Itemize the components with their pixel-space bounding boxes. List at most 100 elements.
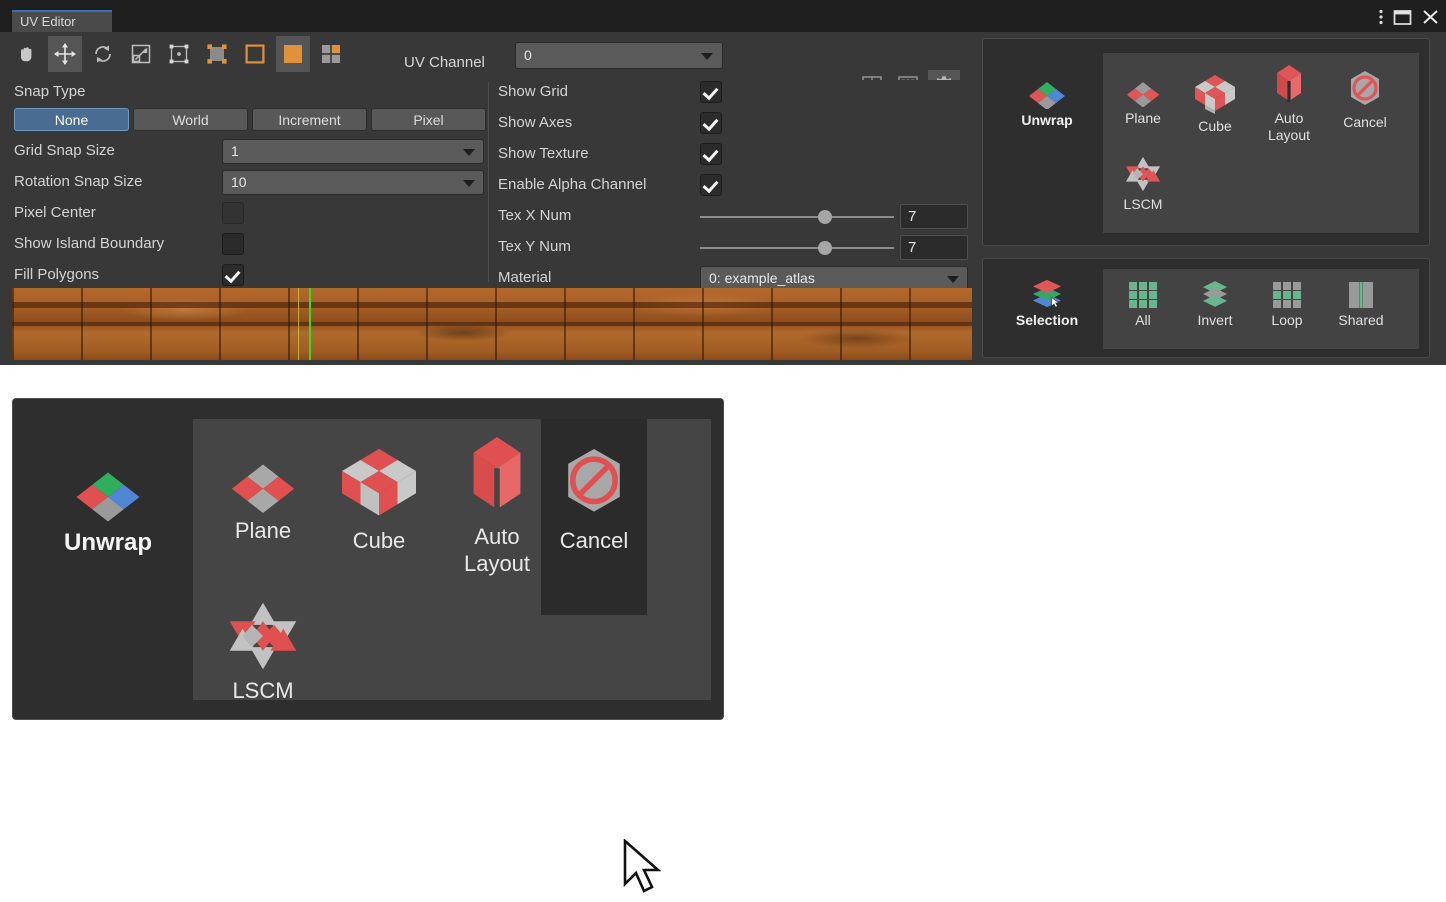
- scale-tool-button[interactable]: [124, 36, 158, 72]
- selection-all-label: All: [1135, 312, 1151, 328]
- snap-type-label: Snap Type: [14, 83, 86, 100]
- unwrap-plane-button[interactable]: Plane: [1107, 79, 1179, 127]
- snap-type-option-increment[interactable]: Increment: [252, 108, 367, 131]
- slider-handle[interactable]: [818, 210, 832, 224]
- transform-tool-button[interactable]: [162, 36, 196, 72]
- diamond-rgb-icon: [1029, 82, 1065, 109]
- selection-panel-head[interactable]: Selection: [997, 277, 1097, 329]
- uv-editor-window: UV Editor UV Channel 0 Snap Type None Wo…: [0, 0, 1446, 365]
- maximize-icon[interactable]: [1393, 9, 1412, 26]
- cancel-hex-icon: [568, 449, 620, 512]
- grid-loop-icon: [1273, 282, 1301, 308]
- unwrap-panel-head[interactable]: Unwrap: [997, 79, 1097, 129]
- show-island-boundary-checkbox[interactable]: [222, 233, 244, 255]
- pixel-center-checkbox[interactable]: [222, 202, 244, 224]
- slider-track: [700, 216, 894, 218]
- show-island-boundary-label: Show Island Boundary: [14, 235, 165, 252]
- selection-loop-button[interactable]: Loop: [1251, 281, 1323, 329]
- zoom-plane-button[interactable]: Plane: [201, 461, 325, 544]
- zoom-auto-layout-label-2: Layout: [463, 551, 531, 576]
- material-value: 0: example_atlas: [709, 270, 815, 286]
- fill-polygons-checkbox[interactable]: [222, 264, 244, 286]
- chevron-down-icon: [463, 149, 475, 156]
- selection-invert-button[interactable]: Invert: [1179, 279, 1251, 329]
- face-select-button[interactable]: [276, 36, 310, 72]
- tab-label: UV Editor: [20, 14, 76, 29]
- cube-icon: [1195, 75, 1235, 114]
- snap-type-segmented: None World Increment Pixel: [14, 108, 486, 131]
- enable-alpha-channel-checkbox[interactable]: [700, 174, 722, 196]
- invert-layers-icon: [1203, 281, 1227, 307]
- unwrap-plane-label: Plane: [1125, 110, 1161, 126]
- zoom-lscm-button[interactable]: LSCM: [201, 599, 325, 704]
- selection-panel: Selection All Invert Loop Shared: [982, 258, 1430, 358]
- uv-texture-canvas[interactable]: [12, 288, 972, 360]
- plane-diamond-icon: [231, 464, 295, 513]
- auto-layout-cube-icon: [1277, 65, 1301, 102]
- titlebar: UV Editor: [0, 0, 1446, 32]
- grid-snap-size-select[interactable]: 1: [222, 139, 484, 164]
- edge-select-button[interactable]: [238, 36, 272, 72]
- uv-channel-value: 0: [524, 47, 532, 63]
- zoom-unwrap-head-label: Unwrap: [63, 529, 152, 556]
- uv-channel-select[interactable]: 0: [515, 42, 723, 69]
- tex-y-num-label: Tex Y Num: [498, 238, 571, 255]
- snap-type-option-pixel[interactable]: Pixel: [371, 108, 486, 131]
- show-grid-checkbox[interactable]: [700, 81, 722, 103]
- selection-panel-head-label: Selection: [1015, 312, 1079, 328]
- tex-y-num-input[interactable]: 7: [900, 235, 968, 260]
- vertex-select-button[interactable]: [200, 36, 234, 72]
- unwrap-lscm-label: LSCM: [1123, 196, 1163, 212]
- show-axes-checkbox[interactable]: [700, 112, 722, 134]
- tex-y-num-value: 7: [908, 239, 917, 256]
- plane-diamond-icon: [1126, 82, 1160, 107]
- chevron-down-icon: [701, 53, 713, 60]
- zoom-unwrap-head[interactable]: Unwrap: [33, 469, 183, 556]
- selection-layers-icon: [1032, 279, 1062, 308]
- island-select-button[interactable]: [314, 36, 348, 72]
- tex-x-num-input[interactable]: 7: [900, 204, 968, 229]
- pixel-center-label: Pixel Center: [14, 204, 96, 221]
- show-texture-checkbox[interactable]: [700, 143, 722, 165]
- zoom-cancel-button[interactable]: Cancel: [541, 419, 647, 615]
- lscm-star-icon: [229, 602, 297, 670]
- cube-icon: [342, 448, 416, 516]
- unwrap-auto-layout-label-1: Auto: [1274, 110, 1304, 126]
- zoom-cube-button[interactable]: Cube: [325, 445, 433, 554]
- unwrap-panel-head-label: Unwrap: [1021, 112, 1073, 128]
- unwrap-panel: Unwrap Plane Cube Auto Layout Cancel LSC…: [982, 38, 1430, 246]
- uv-channel-label: UV Channel: [404, 54, 485, 71]
- snap-type-option-world[interactable]: World: [133, 108, 248, 131]
- unwrap-panel-zoomed: Unwrap Plane Cube Auto Layout Cancel LSC…: [12, 398, 724, 893]
- unwrap-cancel-button[interactable]: Cancel: [1327, 69, 1403, 131]
- tool-buttons: [10, 36, 348, 72]
- rotate-tool-button[interactable]: [86, 36, 120, 72]
- material-label: Material: [498, 269, 552, 286]
- rotation-snap-size-select[interactable]: 10: [222, 170, 484, 195]
- zoom-cube-label: Cube: [352, 528, 406, 553]
- zoom-unwrap-grid: Plane Cube Auto Layout Cancel LSCM: [193, 419, 711, 703]
- move-tool-button[interactable]: [48, 36, 82, 72]
- selection-shared-label: Shared: [1338, 312, 1384, 328]
- close-icon[interactable]: [1421, 8, 1440, 26]
- hand-tool-button[interactable]: [10, 36, 44, 72]
- show-grid-label: Show Grid: [498, 83, 569, 100]
- unwrap-cube-button[interactable]: Cube: [1179, 73, 1251, 135]
- selection-shared-button[interactable]: Shared: [1323, 281, 1399, 329]
- tab-uv-editor[interactable]: UV Editor: [12, 10, 112, 32]
- more-options-icon[interactable]: [1378, 8, 1384, 26]
- uv-axis-marker-v: [298, 288, 299, 360]
- snap-type-option-none[interactable]: None: [14, 108, 129, 131]
- unwrap-auto-layout-button[interactable]: Auto Layout: [1251, 63, 1327, 144]
- selection-invert-label: Invert: [1197, 312, 1233, 328]
- slider-handle[interactable]: [818, 241, 832, 255]
- show-axes-label: Show Axes: [498, 114, 573, 131]
- unwrap-panel-grid: Plane Cube Auto Layout Cancel LSCM: [1103, 53, 1419, 233]
- unwrap-lscm-button[interactable]: LSCM: [1107, 155, 1179, 213]
- window-controls: [1378, 8, 1440, 26]
- show-texture-label: Show Texture: [498, 145, 589, 162]
- rotation-snap-size-label: Rotation Snap Size: [14, 173, 143, 190]
- selection-all-button[interactable]: All: [1107, 281, 1179, 329]
- zoom-auto-layout-label-1: Auto: [474, 524, 520, 549]
- grid-all-icon: [1129, 282, 1157, 308]
